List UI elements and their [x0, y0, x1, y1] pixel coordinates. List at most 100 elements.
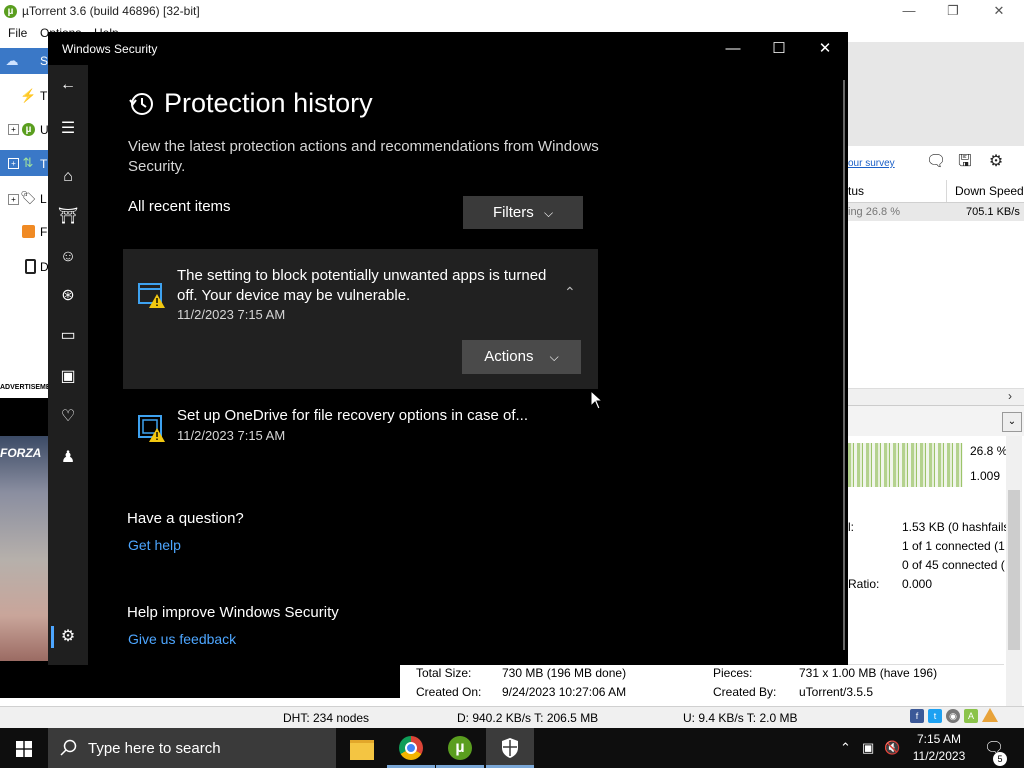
network-icon[interactable]: ▣: [862, 740, 874, 756]
wasted-value: 1.53 KB (0 hashfails: [902, 520, 1010, 534]
history-item-title: The setting to block potentially unwante…: [177, 267, 547, 304]
start-button[interactable]: [0, 728, 48, 768]
family-icon[interactable]: ♟: [52, 444, 84, 472]
sidebar-item-label: T: [40, 157, 48, 171]
maximize-button[interactable]: ☐: [756, 32, 802, 65]
volume-muted-icon[interactable]: 🔇: [884, 740, 900, 756]
menu-file[interactable]: File: [8, 26, 27, 40]
gear-icon[interactable]: ⚙: [986, 152, 1006, 172]
taskbar-chrome[interactable]: [387, 728, 435, 768]
firewall-icon[interactable]: ⊛: [52, 282, 84, 310]
utorrent-logo-icon: µ: [4, 5, 17, 18]
utorrent-title: µTorrent 3.6 (build 46896) [32-bit]: [22, 4, 200, 18]
sidebar-item-label: T: [40, 89, 48, 103]
mouse-cursor-icon: [590, 390, 604, 410]
expand-icon[interactable]: +: [8, 158, 19, 169]
taskbar-windows-security[interactable]: [486, 728, 534, 768]
utorrent-maximize-button[interactable]: ❐: [930, 0, 976, 23]
device-health-icon[interactable]: ♡: [52, 403, 84, 431]
share-ratio-value: 0.000: [902, 577, 933, 591]
filters-label: Filters: [492, 204, 534, 221]
created-on-value: 9/24/2023 10:27:06 AM: [502, 685, 627, 699]
close-button[interactable]: ✕: [802, 32, 848, 65]
pieces-percent: 26.8 %: [970, 444, 1008, 458]
utorrent-toolbar-area: [848, 42, 1024, 146]
back-arrow-icon[interactable]: ←: [52, 71, 84, 99]
expand-icon[interactable]: +: [8, 194, 19, 205]
peers-value: 0 of 45 connected (: [902, 558, 1005, 572]
transfers-icon: ⇅: [22, 155, 34, 170]
clock-time[interactable]: 7:15 AM: [900, 732, 978, 746]
app-browser-warning-icon: [138, 283, 165, 308]
upload-status[interactable]: U: 9.4 KB/s T: 2.0 MB: [683, 711, 798, 725]
dht-status: DHT: 234 nodes: [283, 711, 370, 725]
download-status[interactable]: D: 940.2 KB/s T: 206.5 MB: [457, 711, 598, 725]
account-icon[interactable]: ☺: [52, 243, 84, 271]
column-down-speed[interactable]: Down Speed: [955, 184, 1024, 198]
chat-icon[interactable]: 🗨: [926, 152, 946, 172]
home-icon[interactable]: ⌂: [52, 163, 84, 191]
remote-monitor-icon[interactable]: 🖫: [955, 152, 975, 172]
total-size-label: Total Size:: [416, 666, 472, 680]
horizontal-scrollbar[interactable]: [848, 388, 1024, 405]
details-splitter: [848, 405, 1024, 436]
wasted-label: l:: [848, 520, 854, 534]
history-item-date: 11/2/2023 7:15 AM: [177, 307, 286, 322]
content-scrollbar[interactable]: [843, 80, 845, 650]
taskbar-utorrent[interactable]: µ: [436, 728, 484, 768]
created-by-value: uTorrent/3.5.5: [799, 685, 874, 699]
chrome-icon: [399, 736, 423, 760]
warning-icon[interactable]: [982, 708, 998, 722]
scrollbar-thumb[interactable]: [1008, 490, 1020, 650]
device-icon: [25, 259, 36, 274]
chevron-down-icon: ⌵: [549, 350, 559, 364]
feedback-link[interactable]: Give us feedback: [128, 631, 236, 647]
minimize-button[interactable]: —: [710, 32, 756, 65]
history-item-title[interactable]: Set up OneDrive for file recovery option…: [177, 407, 528, 424]
actions-button[interactable]: Actions ⌵: [462, 340, 581, 374]
search-icon: [60, 739, 77, 756]
sidebar-item-labels[interactable]: + 🏷 L: [0, 186, 48, 212]
column-status[interactable]: tus: [848, 184, 864, 198]
taskbar-file-explorer[interactable]: [338, 728, 386, 768]
pieces-value: 731 x 1.00 MB (have 196): [799, 666, 938, 680]
sidebar-item-devices[interactable]: D: [0, 254, 49, 280]
row-down-speed: 705.1 KB/s: [966, 206, 1020, 218]
collapse-details-button[interactable]: ⌄: [1002, 412, 1022, 432]
onedrive-warning-icon: [138, 415, 165, 442]
globe-icon[interactable]: ◉: [946, 709, 960, 723]
filters-button[interactable]: Filters ⌵: [463, 196, 583, 229]
clock-date[interactable]: 11/2/2023: [900, 749, 978, 763]
scroll-right-icon[interactable]: ›: [1008, 389, 1012, 403]
actions-label: Actions: [484, 348, 534, 365]
history-item-date: 11/2/2023 7:15 AM: [177, 428, 286, 443]
sidebar-item-utorrent[interactable]: + µ U: [0, 118, 49, 144]
twitter-icon[interactable]: t: [928, 709, 942, 723]
expand-icon[interactable]: +: [8, 124, 19, 135]
utorrent-icon: µ: [22, 123, 35, 136]
survey-link[interactable]: our survey: [848, 158, 895, 169]
sidebar-item-label: F: [40, 225, 48, 239]
share-ratio-label: Ratio:: [848, 577, 880, 591]
sidebar-item-torrents[interactable]: ⚡ T: [0, 84, 48, 110]
sidebar-item-feeds[interactable]: F: [0, 220, 48, 246]
show-hidden-icons-chevron-up-icon[interactable]: ⌃: [840, 740, 851, 756]
shield-icon[interactable]: ⛩: [52, 203, 84, 231]
sidebar-item-speed[interactable]: ☁ S: [0, 48, 48, 74]
menu-icon[interactable]: ☰: [52, 115, 84, 143]
facebook-icon[interactable]: f: [910, 709, 924, 723]
get-help-link[interactable]: Get help: [128, 537, 181, 553]
device-security-icon[interactable]: ▣: [52, 363, 84, 391]
utorrent-minimize-button[interactable]: —: [886, 0, 932, 23]
utorrent-close-button[interactable]: ✕: [976, 0, 1022, 23]
sidebar-item-transfers[interactable]: + ⇅ T: [0, 150, 48, 176]
settings-icon[interactable]: ⚙: [52, 623, 84, 651]
pieces-label: Pieces:: [713, 666, 753, 680]
column-separator[interactable]: [946, 180, 947, 202]
app-browser-icon[interactable]: ▭: [52, 322, 84, 350]
chevron-up-icon[interactable]: ⌃: [564, 284, 576, 301]
advertisement-image[interactable]: [0, 436, 48, 661]
filter-summary: All recent items: [128, 198, 231, 215]
android-icon[interactable]: A: [964, 709, 978, 723]
page-description: View the latest protection actions and r…: [128, 138, 599, 175]
